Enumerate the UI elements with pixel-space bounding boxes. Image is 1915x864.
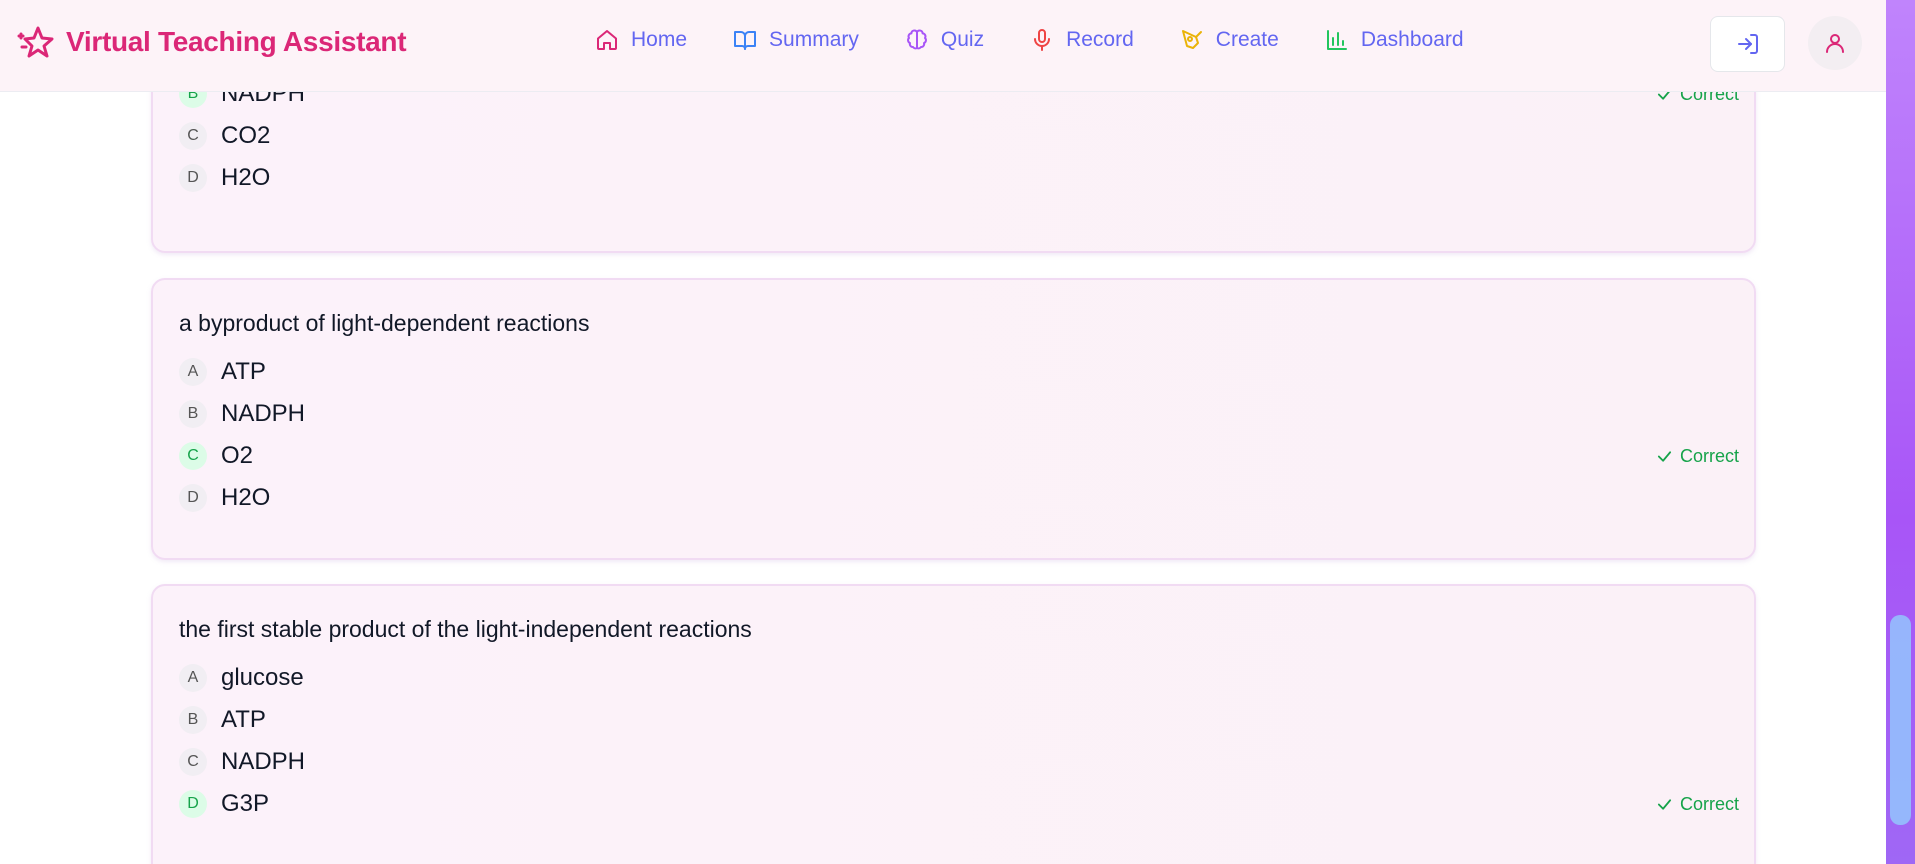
option-letter: B	[179, 706, 207, 734]
check-icon	[1657, 450, 1672, 462]
home-icon	[597, 30, 617, 50]
option-text: NADPH	[221, 748, 306, 775]
nav-label: Create	[1215, 28, 1279, 51]
option-text: H2O	[221, 164, 271, 191]
nav-label: Record	[1066, 28, 1134, 51]
log-in-icon	[1737, 34, 1758, 54]
option-row[interactable]: A ATP	[179, 356, 1739, 388]
main-content: B NADPH Correct C CO2 D H2O a byproduct …	[0, 0, 1886, 864]
correct-label: Correct	[1679, 445, 1739, 466]
nav-label: Home	[631, 28, 688, 51]
nav-dashboard[interactable]: Dashboard	[1325, 28, 1464, 52]
option-text: glucose	[221, 664, 304, 691]
option-row[interactable]: A glucose	[179, 662, 1739, 694]
option-letter: A	[179, 664, 207, 692]
option-text: ATP	[221, 358, 266, 385]
correct-indicator: Correct	[1656, 794, 1739, 815]
correct-label: Correct	[1679, 793, 1739, 814]
main-nav: Home Summary Quiz Record Create Dashboar…	[595, 28, 1510, 52]
question-text: a byproduct of light-dependent reactions	[179, 310, 590, 336]
nav-label: Dashboard	[1360, 28, 1464, 51]
option-letter: D	[179, 164, 207, 192]
brain-icon	[906, 29, 927, 50]
option-letter: D	[179, 790, 207, 818]
book-open-icon	[734, 31, 757, 50]
option-row[interactable]: B ATP	[179, 704, 1739, 736]
option-row[interactable]: D H2O	[179, 162, 1739, 194]
option-row[interactable]: B NADPH	[179, 398, 1739, 430]
option-row[interactable]: C NADPH	[179, 746, 1739, 778]
option-row[interactable]: D G3P Correct	[179, 788, 1739, 820]
option-letter: A	[179, 358, 207, 386]
option-text: CO2	[221, 122, 271, 149]
app-window: B NADPH Correct C CO2 D H2O a byproduct …	[0, 0, 1915, 864]
nav-label: Quiz	[940, 28, 985, 51]
option-letter: D	[179, 484, 207, 512]
check-icon	[1657, 798, 1672, 810]
option-letter: B	[179, 400, 207, 428]
option-row[interactable]: C CO2	[179, 120, 1739, 152]
pen-tool-icon	[1181, 30, 1202, 49]
vertical-scrollbar[interactable]	[1886, 0, 1915, 864]
correct-indicator: Correct	[1656, 446, 1739, 467]
option-text: H2O	[221, 484, 271, 511]
login-button[interactable]	[1710, 16, 1785, 72]
option-row[interactable]: D H2O	[179, 482, 1739, 514]
option-text: O2	[221, 442, 254, 469]
option-row[interactable]: C O2 Correct	[179, 440, 1739, 472]
nav-record[interactable]: Record	[1030, 28, 1134, 52]
nav-label: Summary	[769, 28, 859, 51]
bar-chart-icon	[1326, 30, 1347, 50]
option-text: G3P	[221, 790, 270, 817]
scrollbar-thumb[interactable]	[1890, 615, 1911, 825]
option-letter: C	[179, 442, 207, 470]
microphone-icon	[1034, 29, 1051, 51]
top-navbar: Virtual Teaching Assistant Home Summary	[0, 0, 1886, 92]
brand-logo[interactable]: Virtual Teaching Assistant	[16, 22, 407, 62]
option-letter: C	[179, 122, 207, 150]
sparkle-star-icon	[17, 26, 54, 58]
nav-create[interactable]: Create	[1180, 28, 1279, 52]
nav-home[interactable]: Home	[595, 28, 687, 52]
question-card: a byproduct of light-dependent reactions…	[151, 278, 1756, 560]
option-text: ATP	[221, 706, 266, 733]
question-card: the first stable product of the light-in…	[151, 584, 1756, 864]
user-icon	[1826, 34, 1844, 53]
option-letter: C	[179, 748, 207, 776]
question-text: the first stable product of the light-in…	[179, 616, 752, 642]
option-text: NADPH	[221, 400, 306, 427]
app-title: Virtual Teaching Assistant	[66, 26, 407, 57]
user-profile-button[interactable]	[1808, 16, 1862, 70]
nav-summary[interactable]: Summary	[733, 28, 859, 52]
nav-quiz[interactable]: Quiz	[905, 28, 984, 52]
